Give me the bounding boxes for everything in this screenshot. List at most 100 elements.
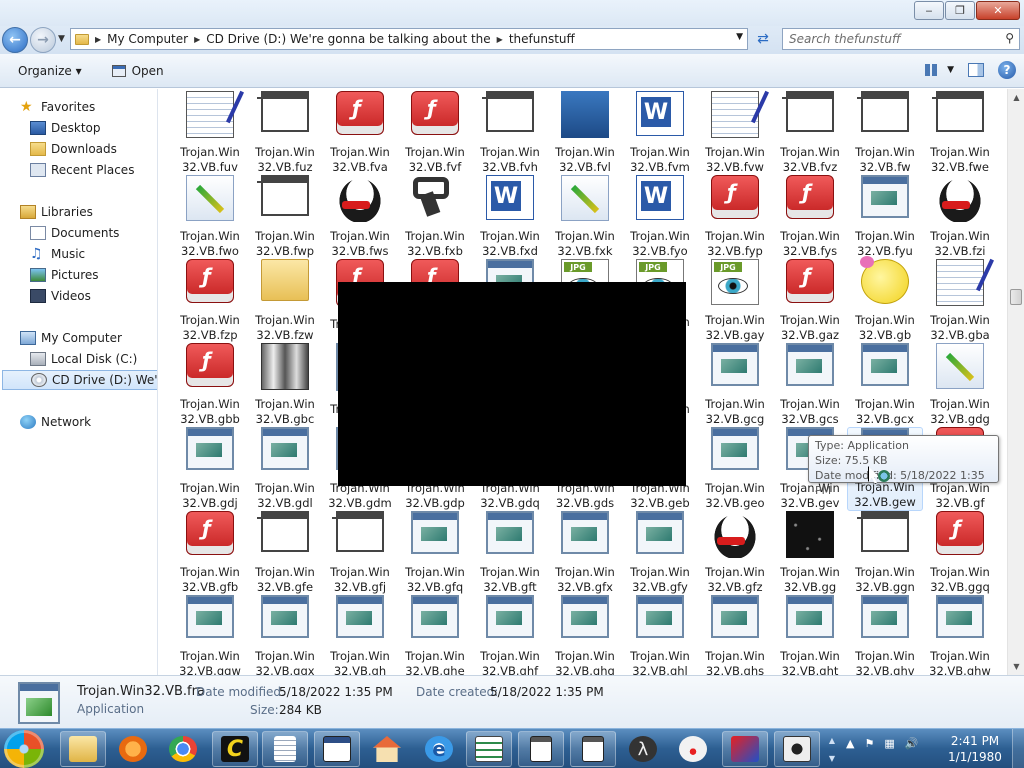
flag-icon[interactable]: ⚑ bbox=[864, 737, 874, 750]
taskbar-explorer[interactable] bbox=[60, 731, 106, 767]
file-item[interactable]: Trojan.Win 32.VB.fvw bbox=[697, 91, 773, 175]
show-hidden-icons-icon[interactable]: ▲ bbox=[846, 737, 854, 750]
search-icon[interactable]: ⚲ bbox=[1005, 31, 1014, 45]
file-item[interactable]: Trojan.Win 32.VB.fwp bbox=[247, 175, 323, 259]
taskbar-window[interactable] bbox=[314, 731, 360, 767]
file-item[interactable]: Trojan.Win 32.VB.gh bbox=[322, 595, 398, 675]
file-item[interactable]: Trojan.Win 32.VB.gfz bbox=[697, 511, 773, 595]
nav-libraries[interactable]: Libraries bbox=[20, 202, 93, 222]
file-item[interactable]: Trojan.Win 32.VB.gft bbox=[472, 511, 548, 595]
taskbar-app-c[interactable]: C bbox=[212, 731, 258, 767]
chevron-right-icon[interactable]: ▶ bbox=[497, 35, 503, 44]
refresh-button[interactable]: ⇄ bbox=[752, 28, 774, 50]
file-item[interactable]: Trojan.Win 32.VB.gba bbox=[922, 259, 998, 343]
file-item[interactable]: Trojan.Win 32.VB.ggx bbox=[247, 595, 323, 675]
file-item[interactable]: Trojan.Win 32.VB.gfy bbox=[622, 511, 698, 595]
taskbar-window-3[interactable] bbox=[570, 731, 616, 767]
recent-pages-dropdown[interactable]: ▼ bbox=[58, 34, 65, 44]
file-item[interactable]: Trojan.Win32.VB.fyp bbox=[697, 175, 773, 259]
file-item[interactable]: Trojan.Win 32.VB.fyu bbox=[847, 175, 923, 259]
chevron-down-icon[interactable]: ▼ bbox=[829, 754, 835, 763]
show-desktop-button[interactable] bbox=[1012, 729, 1024, 768]
file-item[interactable]: Trojan.Win 32.VB.gb bbox=[847, 256, 923, 343]
file-item[interactable]: Trojan.Win 32.VB.gg bbox=[772, 511, 848, 595]
breadcrumb-cd-drive[interactable]: CD Drive (D:) We're gonna be talking abo… bbox=[206, 32, 490, 46]
file-item[interactable]: Trojan.Win 32.VB.gfe bbox=[247, 511, 323, 595]
nav-music[interactable]: ♫ Music bbox=[30, 244, 85, 264]
open-button[interactable]: Open bbox=[106, 60, 170, 82]
minimize-button[interactable]: ‒ bbox=[914, 1, 944, 20]
file-item[interactable]: Trojan.Win 32.VB.fvh bbox=[472, 91, 548, 175]
vertical-scrollbar[interactable]: ▲ ▼ bbox=[1007, 89, 1024, 675]
file-item[interactable]: Trojan.Win 32.VB.gfq bbox=[397, 511, 473, 595]
taskbar-window-2[interactable] bbox=[518, 731, 564, 767]
search-input[interactable]: Search thefunstuff ⚲ bbox=[782, 28, 1020, 50]
taskbar-notepad[interactable] bbox=[262, 731, 308, 767]
taskbar-clown[interactable] bbox=[670, 731, 716, 767]
file-item[interactable]: Trojan.Win32.VB.fzp bbox=[172, 259, 248, 343]
file-item[interactable]: Trojan.Win32.VB.fvm bbox=[622, 91, 698, 175]
file-item[interactable]: Trojan.Win32.VB.fys bbox=[772, 175, 848, 259]
close-button[interactable]: ✕ bbox=[976, 1, 1020, 20]
address-bar[interactable]: ▶ My Computer ▶ CD Drive (D:) We're gonn… bbox=[70, 28, 748, 50]
file-item[interactable]: Trojan.Win 32.VB.ghs bbox=[697, 595, 773, 675]
taskbar-half-life[interactable]: λ bbox=[620, 731, 666, 767]
nav-my-computer[interactable]: My Computer bbox=[20, 328, 122, 348]
file-item[interactable]: Trojan.Win 32.VB.gfx bbox=[547, 511, 623, 595]
file-item[interactable]: Trojan.Win 32.VB.gdg bbox=[922, 343, 998, 427]
nav-cd-drive[interactable]: CD Drive (D:) We're g bbox=[2, 370, 157, 390]
taskbar-chrome[interactable] bbox=[160, 731, 206, 767]
file-item[interactable]: Trojan.Win 32.VB.ggw bbox=[172, 595, 248, 675]
file-item[interactable]: Trojan.Win 32.VB.gcx bbox=[847, 343, 923, 427]
file-item[interactable]: Trojan.Win32.VB.fxd bbox=[472, 175, 548, 259]
chevron-right-icon[interactable]: ▶ bbox=[95, 35, 101, 44]
taskbar-home[interactable] bbox=[364, 731, 410, 767]
taskbar-red-app[interactable] bbox=[722, 731, 768, 767]
file-item[interactable]: Trojan.Win 32.VB.fzw bbox=[247, 259, 323, 343]
organize-button[interactable]: Organize ▾ bbox=[12, 60, 88, 82]
file-item[interactable]: Trojan.Win 32.VB.geo bbox=[697, 427, 773, 511]
file-item[interactable]: Trojan.Win 32.VB.fwe bbox=[922, 91, 998, 175]
file-item[interactable]: Trojan.Win 32.VB.fvz bbox=[772, 91, 848, 175]
file-item[interactable]: Trojan.Win32.VB.fva bbox=[322, 91, 398, 175]
network-icon[interactable]: ▦ bbox=[884, 737, 894, 750]
breadcrumb-thefunstuff[interactable]: thefunstuff bbox=[509, 32, 575, 46]
file-item[interactable]: Trojan.Win 32.VB.ghl bbox=[622, 595, 698, 675]
preview-pane-button[interactable] bbox=[968, 63, 984, 77]
file-item[interactable]: Trojan.Win 32.VB.gdj bbox=[172, 427, 248, 511]
file-item[interactable]: Trojan.Win 32.VB.gbc bbox=[247, 343, 323, 427]
file-item[interactable]: Trojan.Win 32.VB.fws bbox=[322, 175, 398, 259]
file-item[interactable]: Trojan.Win 32.VB.gcs bbox=[772, 343, 848, 427]
taskbar-scroll[interactable]: ▲ ▼ bbox=[826, 731, 838, 767]
back-button[interactable]: ← bbox=[2, 27, 28, 53]
file-item[interactable]: Trojan.Win 32.VB.fwo bbox=[172, 175, 248, 259]
volume-icon[interactable]: 🔊 bbox=[905, 737, 919, 750]
file-item[interactable]: Trojan.Win32.VB.gaz bbox=[772, 259, 848, 343]
address-dropdown-icon[interactable]: ▼ bbox=[736, 32, 743, 42]
file-item[interactable]: Trojan.Win32.VB.gbb bbox=[172, 343, 248, 427]
file-item[interactable]: Trojan.Win 32.VB.ghw bbox=[922, 595, 998, 675]
nav-desktop[interactable]: Desktop bbox=[30, 118, 101, 138]
file-item[interactable]: Trojan.Win32.VB.ggq bbox=[922, 511, 998, 595]
help-button[interactable]: ? bbox=[998, 61, 1016, 79]
start-button[interactable] bbox=[4, 730, 44, 768]
maximize-button[interactable]: ❐ bbox=[945, 1, 975, 20]
file-item[interactable]: Trojan.Win 32.VB.fzi bbox=[922, 175, 998, 259]
taskbar-list[interactable] bbox=[466, 731, 512, 767]
nav-downloads[interactable]: Downloads bbox=[30, 139, 117, 159]
file-item[interactable]: Trojan.Win 32.VB.fuz bbox=[247, 91, 323, 175]
file-item[interactable]: Trojan.Win32.VB.gay bbox=[697, 259, 773, 343]
nav-recent-places[interactable]: Recent Places bbox=[30, 160, 134, 180]
file-item[interactable]: Trojan.Win32.VB.fvf bbox=[397, 91, 473, 175]
file-item[interactable]: Trojan.Win 32.VB.gfj bbox=[322, 511, 398, 595]
chevron-right-icon[interactable]: ▶ bbox=[194, 35, 200, 44]
chevron-up-icon[interactable]: ▲ bbox=[829, 736, 835, 745]
file-item[interactable]: Trojan.Win 32.VB.ght bbox=[772, 595, 848, 675]
forward-button[interactable]: → bbox=[30, 27, 56, 53]
file-item[interactable]: Trojan.Win 32.VB.ghg bbox=[547, 595, 623, 675]
taskbar-media-player[interactable] bbox=[110, 731, 156, 767]
scrollbar-thumb[interactable] bbox=[1010, 289, 1022, 305]
scroll-up-icon[interactable]: ▲ bbox=[1008, 89, 1024, 106]
file-item[interactable]: Trojan.Win 32.VB.ghv bbox=[847, 595, 923, 675]
clock[interactable]: 2:41 PM 1/1/1980 bbox=[944, 733, 1006, 765]
